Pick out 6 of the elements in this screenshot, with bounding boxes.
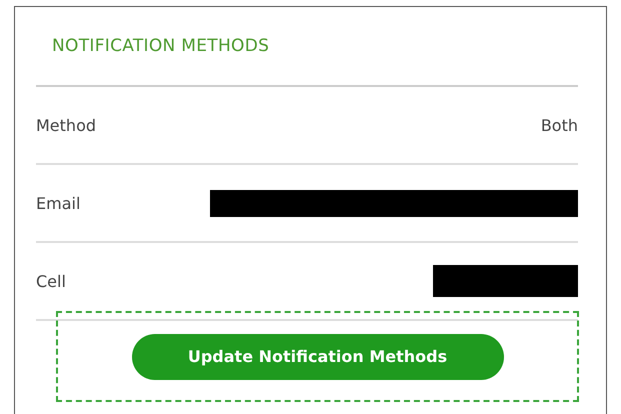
field-label: Cell	[36, 272, 66, 290]
field-label: Method	[36, 116, 96, 134]
field-value: Both	[540, 116, 578, 134]
field-label: Email	[36, 194, 80, 212]
section-title: NOTIFICATION METHODS	[36, 7, 578, 87]
update-button[interactable]: Update Notification Methods	[132, 334, 504, 380]
